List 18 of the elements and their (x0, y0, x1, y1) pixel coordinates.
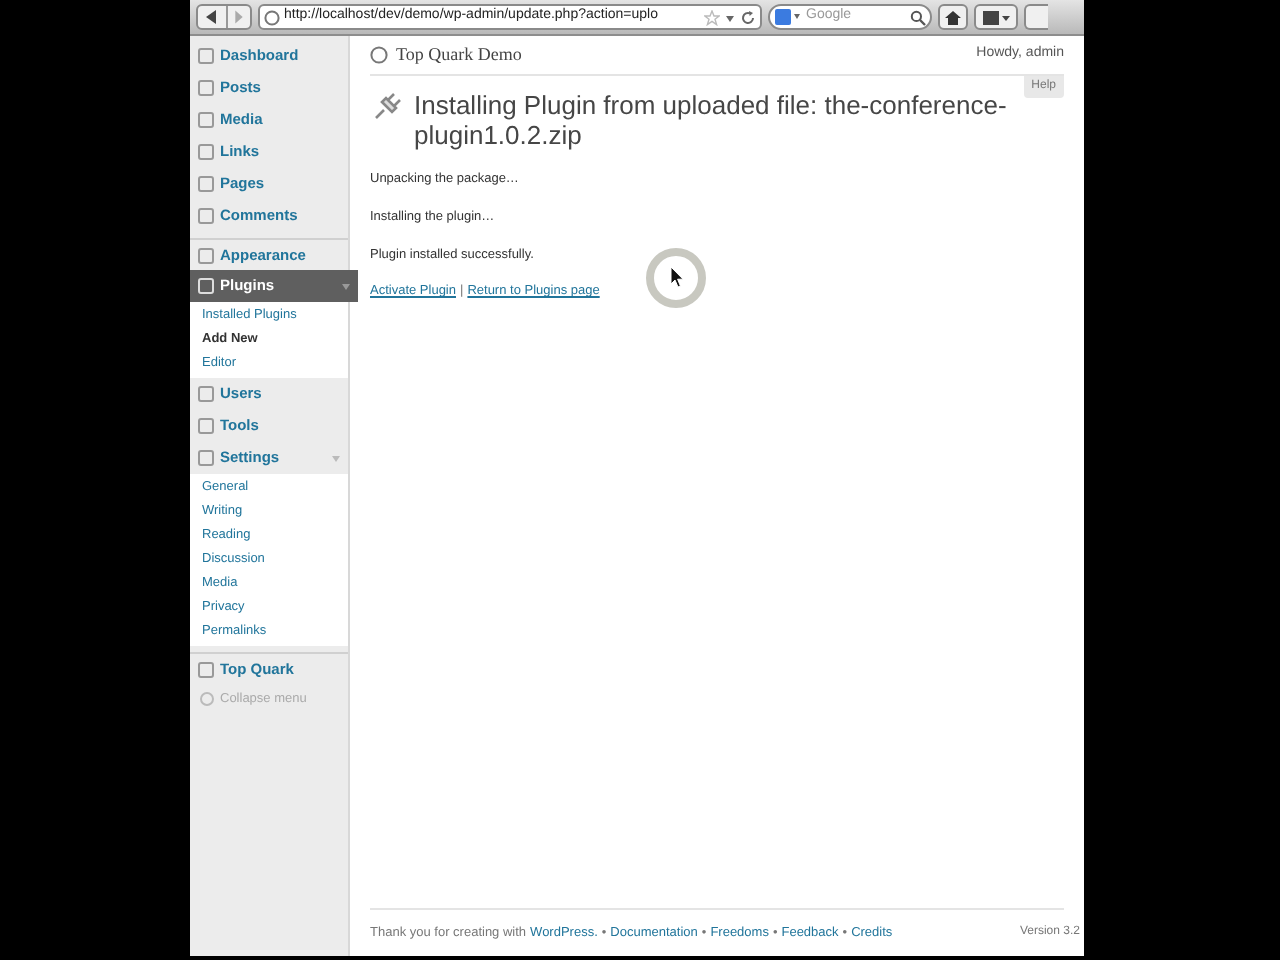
site-title[interactable]: Top Quark Demo (396, 41, 969, 69)
reload-icon[interactable] (740, 9, 756, 25)
cursor-icon (670, 266, 684, 288)
search-icon[interactable] (910, 9, 926, 25)
search-engine-icon[interactable] (774, 8, 802, 26)
home-button[interactable] (938, 4, 968, 30)
home-icon (944, 9, 962, 25)
star-icon[interactable] (704, 9, 720, 25)
caret-icon (332, 455, 340, 461)
caret-icon (342, 283, 350, 289)
loading-ring-drawing (644, 246, 708, 310)
plug-icon (370, 90, 404, 124)
menu-item-icon (198, 661, 214, 677)
back-forward-control[interactable] (196, 4, 252, 30)
window-icon (981, 9, 1011, 25)
site-logo-icon (370, 46, 388, 64)
toolbar-button[interactable] (974, 4, 1018, 30)
page-title: Installing Plugin from uploaded file: the-conference-plugin1.0.2.zip (414, 90, 1009, 150)
